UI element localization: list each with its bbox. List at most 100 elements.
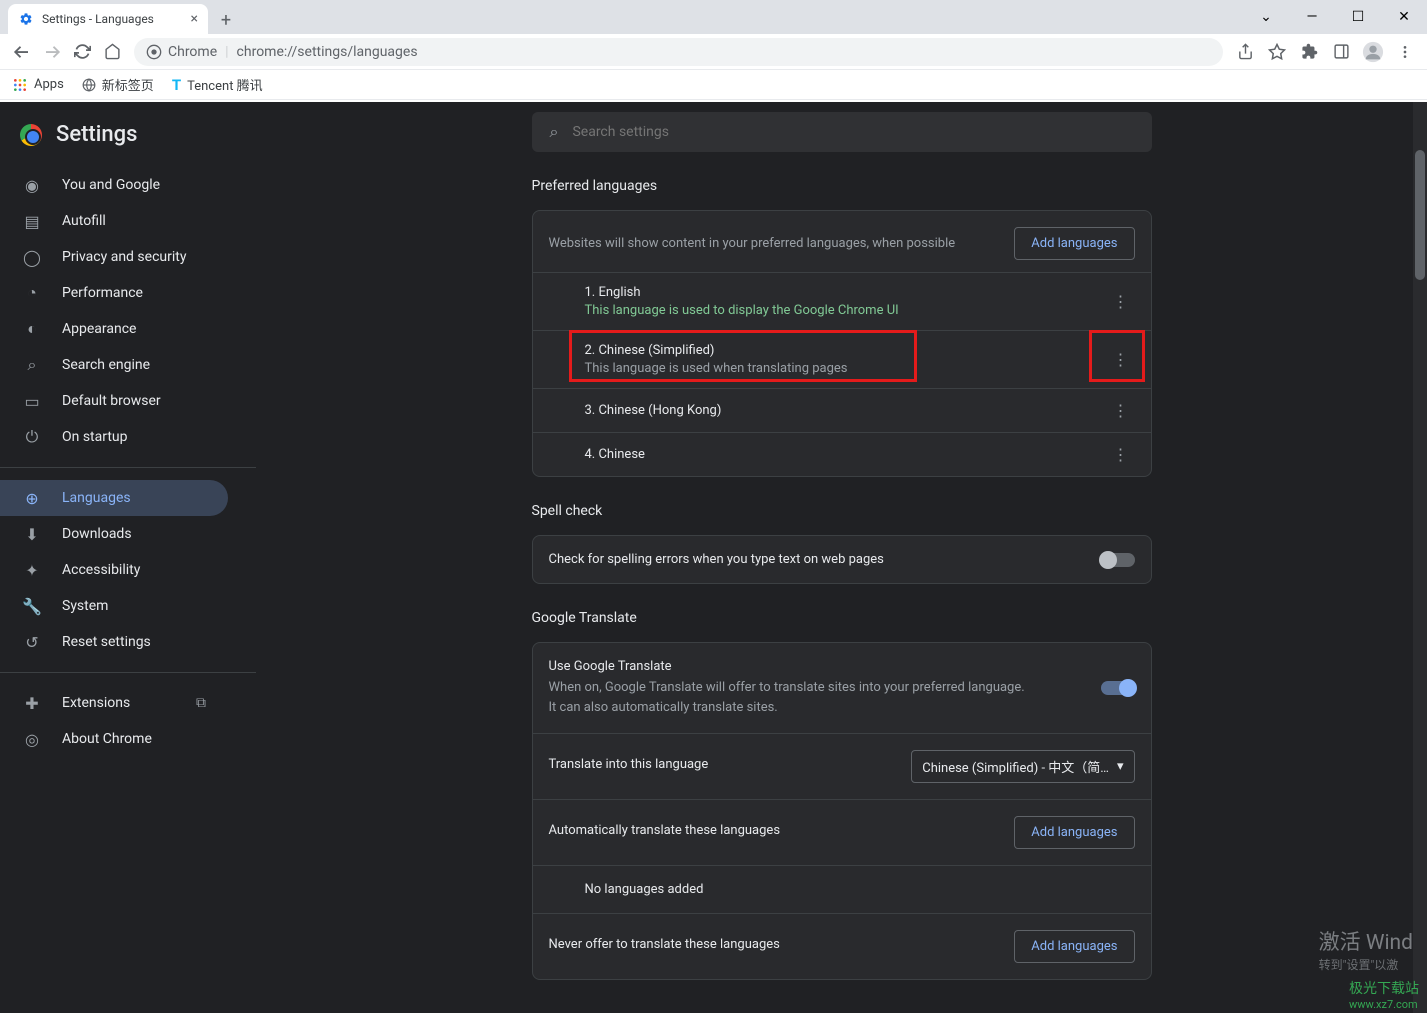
side-panel-icon[interactable] (1327, 38, 1355, 66)
sidebar-item-appearance[interactable]: ◐Appearance (0, 311, 228, 347)
globe-icon: ⊕ (22, 489, 42, 508)
translate-into-label: Translate into this language (549, 757, 709, 772)
more-icon[interactable]: ⋮ (1107, 350, 1135, 369)
language-row-chinese-hk: 3. Chinese (Hong Kong) ⋮ (533, 388, 1151, 432)
spell-check-card: Check for spelling errors when you type … (532, 535, 1152, 584)
search-input[interactable] (572, 124, 1133, 140)
add-languages-button[interactable]: Add languages (1014, 930, 1134, 963)
sidebar-item-search-engine[interactable]: ⌕Search engine (0, 347, 228, 383)
preferred-languages-title: Preferred languages (532, 178, 1152, 194)
reset-icon: ↺ (22, 633, 42, 652)
close-window-button[interactable]: ✕ (1381, 0, 1427, 34)
home-button[interactable] (98, 38, 126, 66)
shield-icon: ◯ (22, 248, 42, 267)
bookmark-newtab[interactable]: 新标签页 (82, 75, 154, 94)
use-translate-toggle[interactable] (1101, 681, 1135, 695)
close-tab-icon[interactable]: × (191, 11, 198, 27)
sidebar-item-system[interactable]: 🔧System (0, 588, 228, 624)
tab-title: Settings - Languages (42, 12, 183, 26)
never-translate-label: Never offer to translate these languages (549, 937, 780, 952)
minimize-button[interactable]: ― (1289, 0, 1335, 34)
profile-avatar[interactable] (1359, 38, 1387, 66)
sidebar-item-performance[interactable]: ◔Performance (0, 275, 228, 311)
browser-toolbar: Chrome | chrome://settings/languages (0, 34, 1427, 70)
language-row-chinese: 4. Chinese ⋮ (533, 432, 1151, 476)
clipboard-icon: ▤ (22, 212, 42, 231)
gear-icon (18, 11, 34, 27)
download-icon: ⬇ (22, 525, 42, 544)
tab-strip: Settings - Languages × + (0, 0, 1427, 34)
sidebar-item-autofill[interactable]: ▤Autofill (0, 203, 228, 239)
apps-grid-icon (12, 77, 28, 93)
window-controls: ⌄ ― ☐ ✕ (1243, 0, 1427, 34)
use-translate-desc: When on, Google Translate will offer to … (549, 678, 1029, 717)
forward-button[interactable] (38, 38, 66, 66)
search-settings[interactable]: ⌕ (532, 112, 1152, 152)
browser-tab[interactable]: Settings - Languages × (8, 4, 208, 34)
language-row-chinese-simplified: 2. Chinese (Simplified) This language is… (533, 330, 1151, 388)
google-translate-title: Google Translate (532, 610, 1152, 626)
settings-header: Settings (0, 110, 256, 167)
browser-icon: ▭ (22, 392, 42, 411)
divider (0, 467, 256, 468)
search-icon: ⌕ (22, 355, 42, 375)
scrollbar-thumb[interactable] (1415, 150, 1425, 280)
menu-icon[interactable] (1391, 38, 1419, 66)
bookmarks-bar: Apps 新标签页 T Tencent 腾讯 (0, 70, 1427, 100)
no-languages-text: No languages added (533, 866, 1151, 913)
divider (0, 672, 256, 673)
settings-content: ⌕ Preferred languages Websites will show… (256, 102, 1427, 1013)
sidebar-item-extensions[interactable]: ✚Extensions⧉ (0, 685, 228, 721)
search-icon: ⌕ (550, 122, 559, 142)
external-link-icon: ⧉ (196, 695, 206, 711)
add-languages-button[interactable]: Add languages (1014, 816, 1134, 849)
auto-translate-label: Automatically translate these languages (549, 823, 781, 838)
address-bar[interactable]: Chrome | chrome://settings/languages (134, 38, 1223, 66)
sidebar-item-on-startup[interactable]: ⏻On startup (0, 419, 228, 455)
url-text: chrome://settings/languages (237, 44, 418, 60)
sidebar-item-privacy[interactable]: ◯Privacy and security (0, 239, 228, 275)
use-translate-title: Use Google Translate (549, 659, 1029, 674)
translate-language-dropdown[interactable]: Chinese (Simplified) - 中文（简… ▾ (911, 750, 1134, 783)
more-icon[interactable]: ⋮ (1107, 401, 1135, 420)
settings-page: Settings ◉You and Google ▤Autofill ◯Priv… (0, 102, 1427, 1013)
spell-check-title: Spell check (532, 503, 1152, 519)
settings-sidebar: Settings ◉You and Google ▤Autofill ◯Priv… (0, 102, 256, 1013)
globe-icon (82, 78, 96, 92)
power-icon: ⏻ (22, 427, 42, 447)
new-tab-button[interactable]: + (212, 6, 240, 34)
add-languages-button[interactable]: Add languages (1014, 227, 1134, 260)
palette-icon: ◐ (22, 319, 42, 339)
tencent-icon: T (172, 76, 181, 94)
maximize-button[interactable]: ☐ (1335, 0, 1381, 34)
bookmark-tencent[interactable]: T Tencent 腾讯 (172, 75, 263, 94)
wrench-icon: 🔧 (22, 597, 42, 616)
language-row-english: 1. English This language is used to disp… (533, 272, 1151, 330)
scrollbar[interactable] (1413, 102, 1427, 1013)
more-icon[interactable]: ⋮ (1107, 292, 1135, 311)
chrome-logo-icon (20, 124, 42, 146)
settings-title: Settings (56, 122, 137, 147)
preferred-languages-card: Websites will show content in your prefe… (532, 210, 1152, 477)
preferred-hint: Websites will show content in your prefe… (549, 236, 956, 251)
sidebar-item-about[interactable]: ◎About Chrome (0, 721, 228, 757)
chrome-icon: Chrome (146, 44, 217, 60)
share-icon[interactable] (1231, 38, 1259, 66)
sidebar-item-you-and-google[interactable]: ◉You and Google (0, 167, 228, 203)
person-icon: ◉ (22, 176, 42, 195)
reload-button[interactable] (68, 38, 96, 66)
chevron-down-icon[interactable]: ⌄ (1243, 0, 1289, 34)
extensions-icon[interactable] (1295, 38, 1323, 66)
sidebar-item-accessibility[interactable]: ✦Accessibility (0, 552, 228, 588)
sidebar-item-languages[interactable]: ⊕Languages (0, 480, 228, 516)
sidebar-item-downloads[interactable]: ⬇Downloads (0, 516, 228, 552)
google-translate-card: Use Google Translate When on, Google Tra… (532, 642, 1152, 980)
apps-shortcut[interactable]: Apps (12, 77, 64, 93)
bookmark-star-icon[interactable] (1263, 38, 1291, 66)
sidebar-item-reset[interactable]: ↺Reset settings (0, 624, 228, 660)
spell-check-toggle[interactable] (1101, 553, 1135, 567)
site-watermark: 极光下载站 www.xz7.com (1349, 978, 1419, 1011)
sidebar-item-default-browser[interactable]: ▭Default browser (0, 383, 228, 419)
back-button[interactable] (8, 38, 36, 66)
more-icon[interactable]: ⋮ (1107, 445, 1135, 464)
